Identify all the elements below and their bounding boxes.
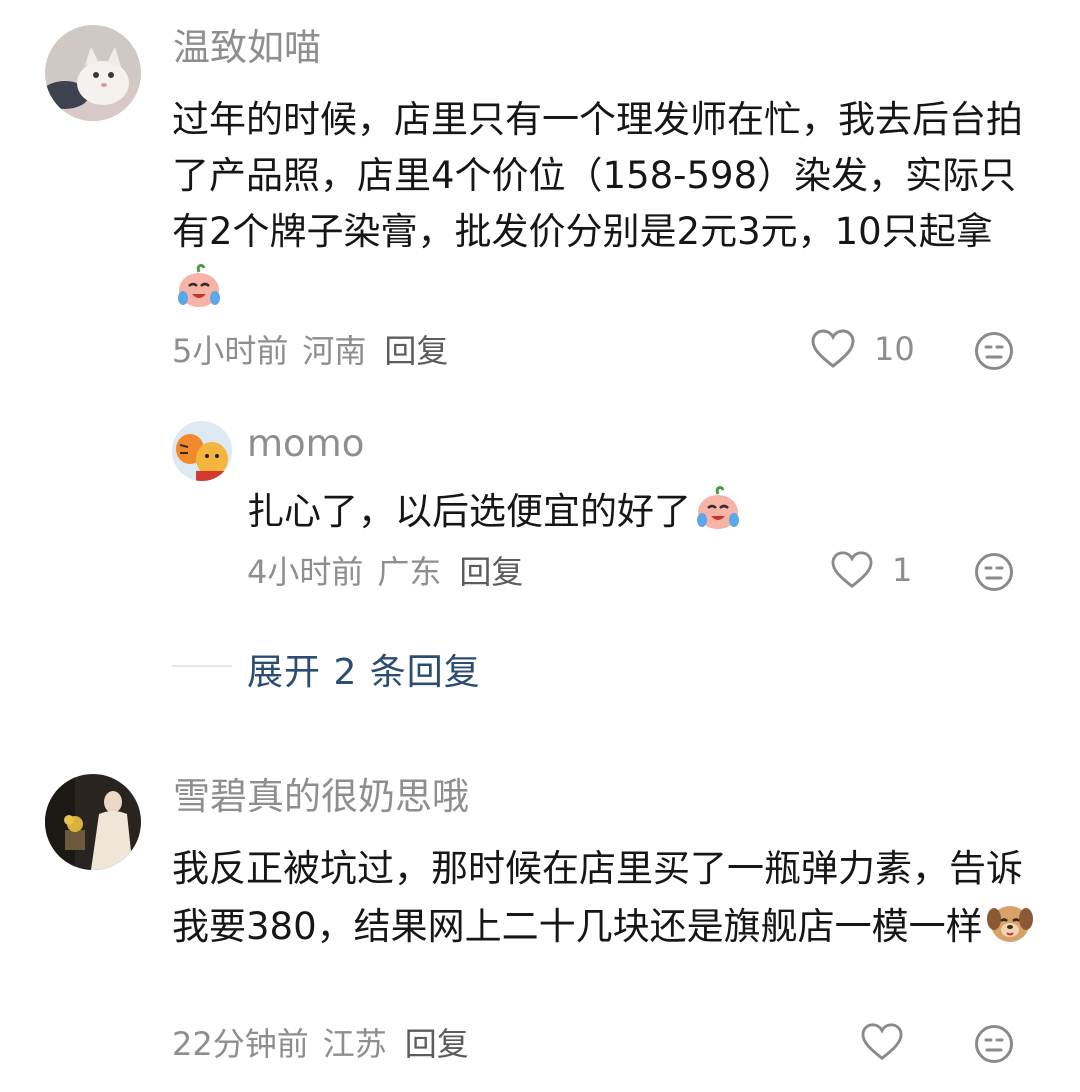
dislike-button[interactable] bbox=[974, 1024, 1014, 1064]
dislike-button[interactable] bbox=[974, 552, 1014, 592]
neutral-face-icon bbox=[975, 553, 1013, 591]
crying-laughing-peach-icon bbox=[174, 260, 224, 310]
comment-time: 5小时前 bbox=[172, 332, 289, 370]
reply-meta: 4小时前 广东 回复 bbox=[247, 552, 537, 592]
neutral-face-icon bbox=[975, 1025, 1013, 1063]
reply-button[interactable]: 回复 bbox=[459, 553, 523, 591]
comment-location: 江苏 bbox=[322, 1025, 387, 1063]
avatar[interactable] bbox=[172, 421, 232, 481]
heart-outline-icon bbox=[861, 1023, 903, 1060]
crying-laughing-peach-icon bbox=[693, 482, 743, 532]
like-button[interactable]: 10 bbox=[810, 328, 915, 370]
heart-outline-icon bbox=[831, 551, 873, 588]
comment-location: 河南 bbox=[302, 332, 367, 370]
comment-text: 过年的时候，店里只有一个理发师在忙，我去后台拍了产品照，店里4个价位（158-5… bbox=[172, 92, 1042, 318]
expand-divider bbox=[172, 665, 232, 667]
comment-username[interactable]: 雪碧真的很奶思哦 bbox=[173, 773, 469, 821]
neutral-face-icon bbox=[975, 332, 1013, 370]
expand-replies-button[interactable]: 展开 2 条回复 bbox=[247, 643, 481, 695]
like-count: 10 bbox=[874, 330, 915, 368]
heart-outline-icon bbox=[811, 329, 855, 368]
dislike-button[interactable] bbox=[974, 331, 1014, 371]
comment-meta: 22分钟前 江苏 回复 bbox=[172, 1024, 483, 1064]
comment-text-body: 我反正被坑过，那时候在店里买了一瓶弹力素，告诉我要380，结果网上二十几块还是旗… bbox=[172, 847, 1023, 948]
reply-button[interactable]: 回复 bbox=[384, 332, 448, 370]
avatar[interactable] bbox=[45, 774, 141, 870]
painting-lady-avatar-image bbox=[45, 774, 141, 870]
comment-time: 22分钟前 bbox=[172, 1025, 309, 1063]
winnie-tigger-avatar-image bbox=[172, 421, 232, 481]
white-cat-avatar-image bbox=[45, 25, 141, 121]
reply-time: 4小时前 bbox=[247, 553, 364, 591]
like-count: 1 bbox=[892, 551, 913, 589]
comment-text-body: 过年的时候，店里只有一个理发师在忙，我去后台拍了产品照，店里4个价位（158-5… bbox=[172, 98, 1023, 253]
reply-location: 广东 bbox=[377, 553, 442, 591]
comment-username[interactable]: 温致如喵 bbox=[173, 24, 321, 72]
reply-text-body: 扎心了，以后选便宜的好了 bbox=[247, 490, 691, 533]
comment-text: 我反正被坑过，那时候在店里买了一瓶弹力素，告诉我要380，结果网上二十几块还是旗… bbox=[172, 841, 1042, 955]
avatar[interactable] bbox=[45, 25, 141, 121]
like-button[interactable]: 1 bbox=[830, 550, 912, 590]
reply-text: 扎心了，以后选便宜的好了 bbox=[247, 482, 1037, 540]
reply-username[interactable]: momo bbox=[247, 420, 364, 468]
reply-button[interactable]: 回复 bbox=[405, 1025, 469, 1063]
like-button[interactable] bbox=[860, 1022, 904, 1062]
dog-face-icon bbox=[985, 897, 1035, 947]
comment-meta: 5小时前 河南 回复 bbox=[172, 331, 462, 371]
